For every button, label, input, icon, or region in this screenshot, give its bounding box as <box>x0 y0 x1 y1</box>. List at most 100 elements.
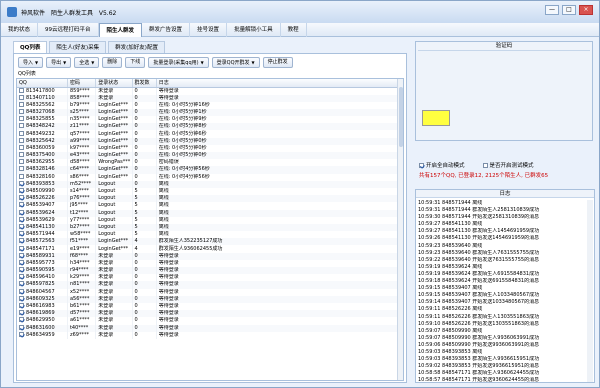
nav-tab[interactable]: 批量解锁小工具 <box>227 23 281 37</box>
nav-tab[interactable]: 教程 <box>281 23 307 37</box>
row-checkbox[interactable] <box>19 295 24 301</box>
table-row[interactable]: 848526226 p76**** Logout 5 离线 <box>17 195 403 203</box>
row-checkbox[interactable] <box>19 303 24 309</box>
sub-tab[interactable]: 群发(加好友)配置 <box>108 41 165 53</box>
nav-tab[interactable]: 我的状态 <box>1 23 39 37</box>
table-row[interactable]: 848604567 x52**** 未登录 0 等待登录 <box>17 288 403 296</box>
row-checkbox[interactable] <box>19 166 24 172</box>
row-checkbox[interactable] <box>19 259 24 265</box>
table-row[interactable]: 848325642 a99**** LoginGet*** 0 在线: 0小时5分钟0秒 <box>17 137 403 145</box>
row-checkbox[interactable] <box>19 209 24 215</box>
column-header[interactable]: 登录状态 <box>95 79 133 88</box>
row-checkbox[interactable] <box>19 144 24 150</box>
table-row[interactable]: 848547171 e19**** LoginGet*** 4 群发陌生人9360624… <box>17 245 403 253</box>
row-checkbox[interactable] <box>19 173 24 179</box>
table-row[interactable]: 848589931 f68**** 未登录 0 等待登录 <box>17 252 403 260</box>
column-header[interactable]: 日志 <box>156 79 403 88</box>
toolbar-button[interactable]: 全选 ▼ <box>74 57 100 68</box>
table-row[interactable]: 848539624 t12**** Logout 5 离线 <box>17 209 403 217</box>
table-row[interactable]: 848349232 q57**** LoginGet*** 0 在线: 0小时5分钟6秒 <box>17 130 403 138</box>
table-row[interactable]: 848541130 b27**** Logout 5 离线 <box>17 223 403 232</box>
table-row[interactable]: 813407110 858**** 未登录 0 等待登录 <box>17 94 403 102</box>
toolbar-button[interactable]: 下线 <box>125 57 146 68</box>
log-scrollbar[interactable] <box>587 200 593 382</box>
close-button[interactable]: × <box>579 5 593 15</box>
table-row[interactable]: 848360059 k97**** LoginGet*** 0 在线: 0小时5分钟0秒 <box>17 144 403 152</box>
row-checkbox[interactable] <box>19 324 24 330</box>
row-checkbox[interactable] <box>19 238 24 244</box>
auto-mode-checkbox[interactable]: 开启全自动模式 <box>419 161 465 169</box>
row-checkbox[interactable] <box>19 202 24 208</box>
row-checkbox[interactable] <box>19 101 24 107</box>
table-row[interactable]: 848619869 d57**** 未登录 0 等待登录 <box>17 310 403 318</box>
toolbar-button[interactable]: 批量登录(采集qq用) ▼ <box>148 57 209 68</box>
row-checkbox[interactable] <box>19 188 24 194</box>
row-checkbox[interactable] <box>19 137 24 143</box>
row-checkbox[interactable] <box>19 281 24 287</box>
table-row[interactable]: 848362955 d58**** WrongPas*** 0 密码错误 <box>17 159 403 167</box>
table-row[interactable]: 848509990 s14**** Logout 5 离线 <box>17 187 403 196</box>
table-row[interactable]: 848595773 h34**** 未登录 0 等待登录 <box>17 259 403 267</box>
row-checkbox[interactable] <box>19 317 24 323</box>
row-checkbox[interactable] <box>19 87 24 93</box>
row-checkbox[interactable] <box>19 152 24 158</box>
row-checkbox[interactable] <box>19 123 24 129</box>
row-checkbox[interactable] <box>19 195 24 201</box>
nav-tab[interactable]: 挂号设置 <box>190 23 228 37</box>
table-row[interactable]: 848597825 n81**** 未登录 0 等待登录 <box>17 281 403 289</box>
title-bar[interactable]: 神风软件 陌生人群发工具 V5.62 — □ × <box>1 1 599 23</box>
table-row[interactable]: 848596410 k29**** 未登录 0 等待登录 <box>17 274 403 282</box>
table-scrollbar[interactable] <box>397 79 403 380</box>
captcha-image[interactable] <box>422 110 450 126</box>
row-checkbox[interactable] <box>19 116 24 122</box>
table-row[interactable]: 848325855 n35**** LoginGet*** 0 在线: 0小时5分钟9秒 <box>17 116 403 124</box>
toolbar-button[interactable]: 删除 <box>102 57 123 68</box>
row-checkbox[interactable] <box>19 108 24 114</box>
table-row[interactable]: 848616983 b61**** 未登录 0 等待登录 <box>17 302 403 311</box>
row-checkbox[interactable] <box>19 331 24 337</box>
column-header[interactable]: 密码 <box>67 79 97 88</box>
table-row[interactable]: 848572563 f51**** LoginGet*** 4 群发陌生人3522351… <box>17 238 403 246</box>
row-checkbox[interactable] <box>19 245 24 251</box>
toolbar-button[interactable]: 停止群发 <box>262 57 293 68</box>
table-row[interactable]: 848393853 m52**** Logout 0 离线 <box>17 180 403 188</box>
table-row[interactable]: 848590595 r94**** 未登录 0 等待登录 <box>17 267 403 275</box>
toolbar-button[interactable]: 导出 ▼ <box>46 57 72 68</box>
row-checkbox[interactable] <box>19 223 24 229</box>
table-row[interactable]: 848325562 b79**** LoginGet*** 0 在线: 0小时5分钟16… <box>17 101 403 109</box>
row-checkbox[interactable] <box>19 310 24 316</box>
maximize-button[interactable]: □ <box>562 5 576 15</box>
row-checkbox[interactable] <box>19 274 24 280</box>
table-row[interactable]: 813417800 859**** 未登录 0 等待登录 <box>17 87 403 95</box>
checkbox-icon[interactable] <box>482 163 488 168</box>
nav-tab[interactable]: 群发广告设置 <box>142 23 191 37</box>
table-row[interactable]: 848571944 w58**** Logout 5 离线 <box>17 231 403 239</box>
table-row[interactable]: 848634959 z69**** 未登录 0 等待登录 <box>17 331 403 339</box>
table-row[interactable]: 848609325 a56**** 未登录 0 等待登录 <box>17 295 403 303</box>
sub-tab[interactable]: 陌生人(好友)采集 <box>49 41 107 53</box>
column-header[interactable]: QQ <box>17 79 68 88</box>
column-header[interactable]: 群发数 <box>132 79 157 88</box>
table-row[interactable]: 848631600 t40**** 未登录 0 等待登录 <box>17 324 403 332</box>
row-checkbox[interactable] <box>19 159 24 165</box>
table-row[interactable]: 848328160 s86**** LoginGet*** 0 在线: 0小时4分钟56… <box>17 173 403 181</box>
toolbar-button[interactable]: 登录QQ开群发 ▼ <box>211 57 260 68</box>
row-checkbox[interactable] <box>19 267 24 273</box>
row-checkbox[interactable] <box>19 94 24 100</box>
table-row[interactable]: 848375400 e43**** LoginGet*** 0 在线: 0小时5分钟0秒 <box>17 152 403 160</box>
nav-tab[interactable]: 99云远程打码平台 <box>38 23 99 37</box>
sub-tab[interactable]: QQ列表 <box>13 41 48 53</box>
minimize-button[interactable]: — <box>545 5 559 15</box>
row-checkbox[interactable] <box>19 231 24 237</box>
row-checkbox[interactable] <box>19 180 24 186</box>
table-row[interactable]: 848328146 c64**** LoginGet*** 0 在线: 0小时4分钟56… <box>17 166 403 174</box>
row-checkbox[interactable] <box>19 130 24 136</box>
table-row[interactable]: 848348242 z11**** LoginGet*** 0 在线: 0小时5分钟8秒 <box>17 123 403 131</box>
toolbar-button[interactable]: 导入 ▼ <box>18 57 44 68</box>
checkbox-icon[interactable] <box>419 163 424 168</box>
table-row[interactable]: 848539629 y77**** Logout 5 离线 <box>17 216 403 224</box>
row-checkbox[interactable] <box>19 252 24 258</box>
row-checkbox[interactable] <box>19 288 24 294</box>
test-mode-checkbox[interactable]: 是否开启测试模式 <box>482 161 534 169</box>
row-checkbox[interactable] <box>19 216 24 222</box>
